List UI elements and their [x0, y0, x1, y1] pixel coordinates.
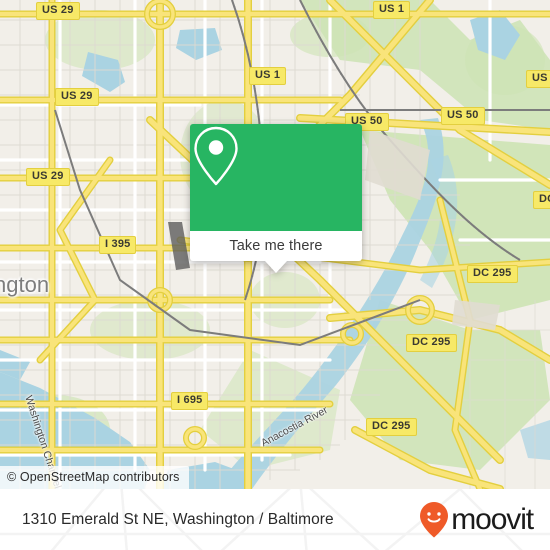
road-shield: DC 295	[366, 418, 417, 436]
road-shield: US 29	[36, 2, 80, 20]
moovit-wordmark: moovit	[451, 502, 534, 536]
road-shield: US 50	[441, 107, 485, 125]
road-shield: US 1	[249, 67, 287, 85]
footer-bar: 1310 Emerald St NE, Washington / Baltimo…	[0, 489, 550, 550]
road-shield: DC 295	[533, 191, 550, 209]
road-shield: I 395	[99, 236, 137, 254]
moovit-pin-smiley-icon	[420, 501, 449, 537]
moovit-logo[interactable]: moovit	[419, 501, 534, 539]
road-shield: US 1	[373, 1, 411, 19]
popup-tail	[265, 261, 287, 273]
location-address: 1310 Emerald St NE, Washington / Baltimo…	[22, 510, 334, 528]
location-popup[interactable]: Take me there	[190, 124, 362, 273]
road-shield: DC 295	[406, 334, 457, 352]
city-label-washington: ngton	[0, 272, 50, 297]
road-shield: US 29	[55, 88, 99, 106]
map-attribution[interactable]: © OpenStreetMap contributors	[0, 466, 189, 489]
popup-cta-label: Take me there	[229, 238, 323, 254]
road-shield: I 695	[171, 392, 209, 410]
map-pin-icon	[194, 126, 238, 186]
popup-image-panel	[190, 124, 362, 231]
road-shield: DC 295	[467, 265, 518, 283]
road-shield: US 1	[526, 70, 550, 88]
map-canvas[interactable]: US 29 US 1 US 29 US 1 US 1 US 50 US 50 U…	[0, 0, 550, 489]
moovit-map-card: US 29 US 1 US 29 US 1 US 1 US 50 US 50 U…	[0, 0, 550, 550]
popup-cta[interactable]: Take me there	[190, 231, 362, 261]
road-shield: US 29	[26, 168, 70, 186]
